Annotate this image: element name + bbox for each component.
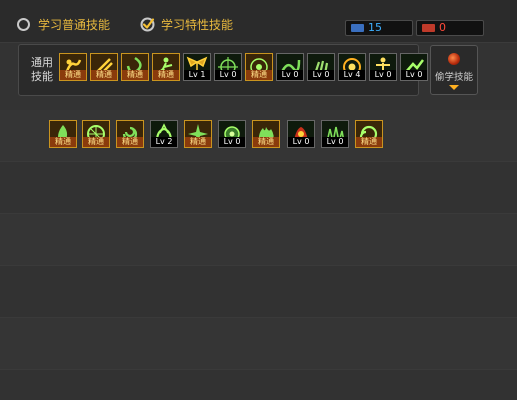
- skill-level-tag: Lv 2: [151, 137, 177, 147]
- steal-skill-label: 偷学技能: [434, 72, 473, 83]
- skill-level-tag: Lv 1: [184, 70, 210, 80]
- top-bar: 学习普通技能 学习特性技能 15 0: [0, 0, 517, 43]
- radio-circle-icon: [17, 17, 30, 31]
- skill-level-tag: 精通: [153, 70, 179, 80]
- skill-book-icon: [351, 24, 364, 32]
- skill-level-tag: Lv 0: [308, 70, 334, 80]
- skill-level-tag: 精通: [91, 70, 117, 80]
- skill-level-tag: 精通: [83, 137, 109, 147]
- skill-points-value: 15: [368, 21, 382, 34]
- learn-normal-radio[interactable]: 学习普通技能: [17, 14, 110, 34]
- common-skill-4[interactable]: Lv 1: [183, 53, 211, 81]
- empty-row: [0, 214, 517, 266]
- special-skill-7[interactable]: Lv 0: [287, 120, 315, 148]
- common-skill-5[interactable]: Lv 0: [214, 53, 242, 81]
- special-skill-5[interactable]: Lv 0: [218, 120, 246, 148]
- skill-level-tag: 精通: [122, 70, 148, 80]
- skill-level-tag: Lv 0: [219, 137, 245, 147]
- learn-normal-label: 学习普通技能: [38, 17, 111, 32]
- skill-level-tag: Lv 0: [401, 70, 427, 80]
- special-skill-3[interactable]: Lv 2: [150, 120, 178, 148]
- common-skills-label: 通用技能: [31, 56, 53, 83]
- skill-level-tag: 精通: [253, 137, 279, 147]
- checkbox-checked-icon: [140, 17, 155, 31]
- special-points-counter: 0: [416, 20, 484, 36]
- special-skill-1[interactable]: 精通: [82, 120, 110, 148]
- skill-level-tag: Lv 0: [277, 70, 303, 80]
- steal-orb-icon: [448, 53, 460, 65]
- learn-special-label: 学习特性技能: [161, 17, 234, 32]
- skill-panel: 学习普通技能 学习特性技能 15 0 通用技能 精通 精通 精通 精通 Lv 1 Lv 0…: [0, 0, 517, 400]
- skill-level-tag: 精通: [356, 137, 382, 147]
- empty-row: [0, 370, 517, 400]
- skill-level-tag: 精通: [246, 70, 272, 80]
- special-skill-0[interactable]: 精通: [49, 120, 77, 148]
- common-skill-10[interactable]: Lv 0: [369, 53, 397, 81]
- special-skill-8[interactable]: Lv 0: [321, 120, 349, 148]
- special-book-icon: [422, 24, 435, 32]
- skill-level-tag: 精通: [117, 137, 143, 147]
- steal-skill-button[interactable]: 偷学技能: [430, 45, 478, 95]
- special-skill-6[interactable]: 精通: [252, 120, 280, 148]
- special-skill-2[interactable]: 精通: [116, 120, 144, 148]
- common-skill-11[interactable]: Lv 0: [400, 53, 428, 81]
- common-skill-2[interactable]: 精通: [121, 53, 149, 81]
- learn-special-radio[interactable]: 学习特性技能: [140, 14, 233, 34]
- empty-row: [0, 318, 517, 370]
- empty-row: [0, 162, 517, 214]
- empty-row: [0, 266, 517, 318]
- common-skill-0[interactable]: 精通: [59, 53, 87, 81]
- special-skill-9[interactable]: 精通: [355, 120, 383, 148]
- common-skill-3[interactable]: 精通: [152, 53, 180, 81]
- skill-level-tag: 精通: [50, 137, 76, 147]
- common-skill-7[interactable]: Lv 0: [276, 53, 304, 81]
- skill-level-tag: 精通: [60, 70, 86, 80]
- common-skill-6[interactable]: 精通: [245, 53, 273, 81]
- skill-level-tag: Lv 0: [370, 70, 396, 80]
- special-points-value: 0: [439, 21, 446, 34]
- skill-points-counter: 15: [345, 20, 413, 36]
- skill-level-tag: Lv 0: [215, 70, 241, 80]
- common-skill-8[interactable]: Lv 0: [307, 53, 335, 81]
- special-skill-4[interactable]: 精通: [184, 120, 212, 148]
- common-skill-1[interactable]: 精通: [90, 53, 118, 81]
- skill-level-tag: 精通: [185, 137, 211, 147]
- skill-level-tag: Lv 0: [288, 137, 314, 147]
- common-skill-9[interactable]: Lv 4: [338, 53, 366, 81]
- skill-level-tag: Lv 4: [339, 70, 365, 80]
- chevron-down-icon: [449, 85, 459, 90]
- skill-level-tag: Lv 0: [322, 137, 348, 147]
